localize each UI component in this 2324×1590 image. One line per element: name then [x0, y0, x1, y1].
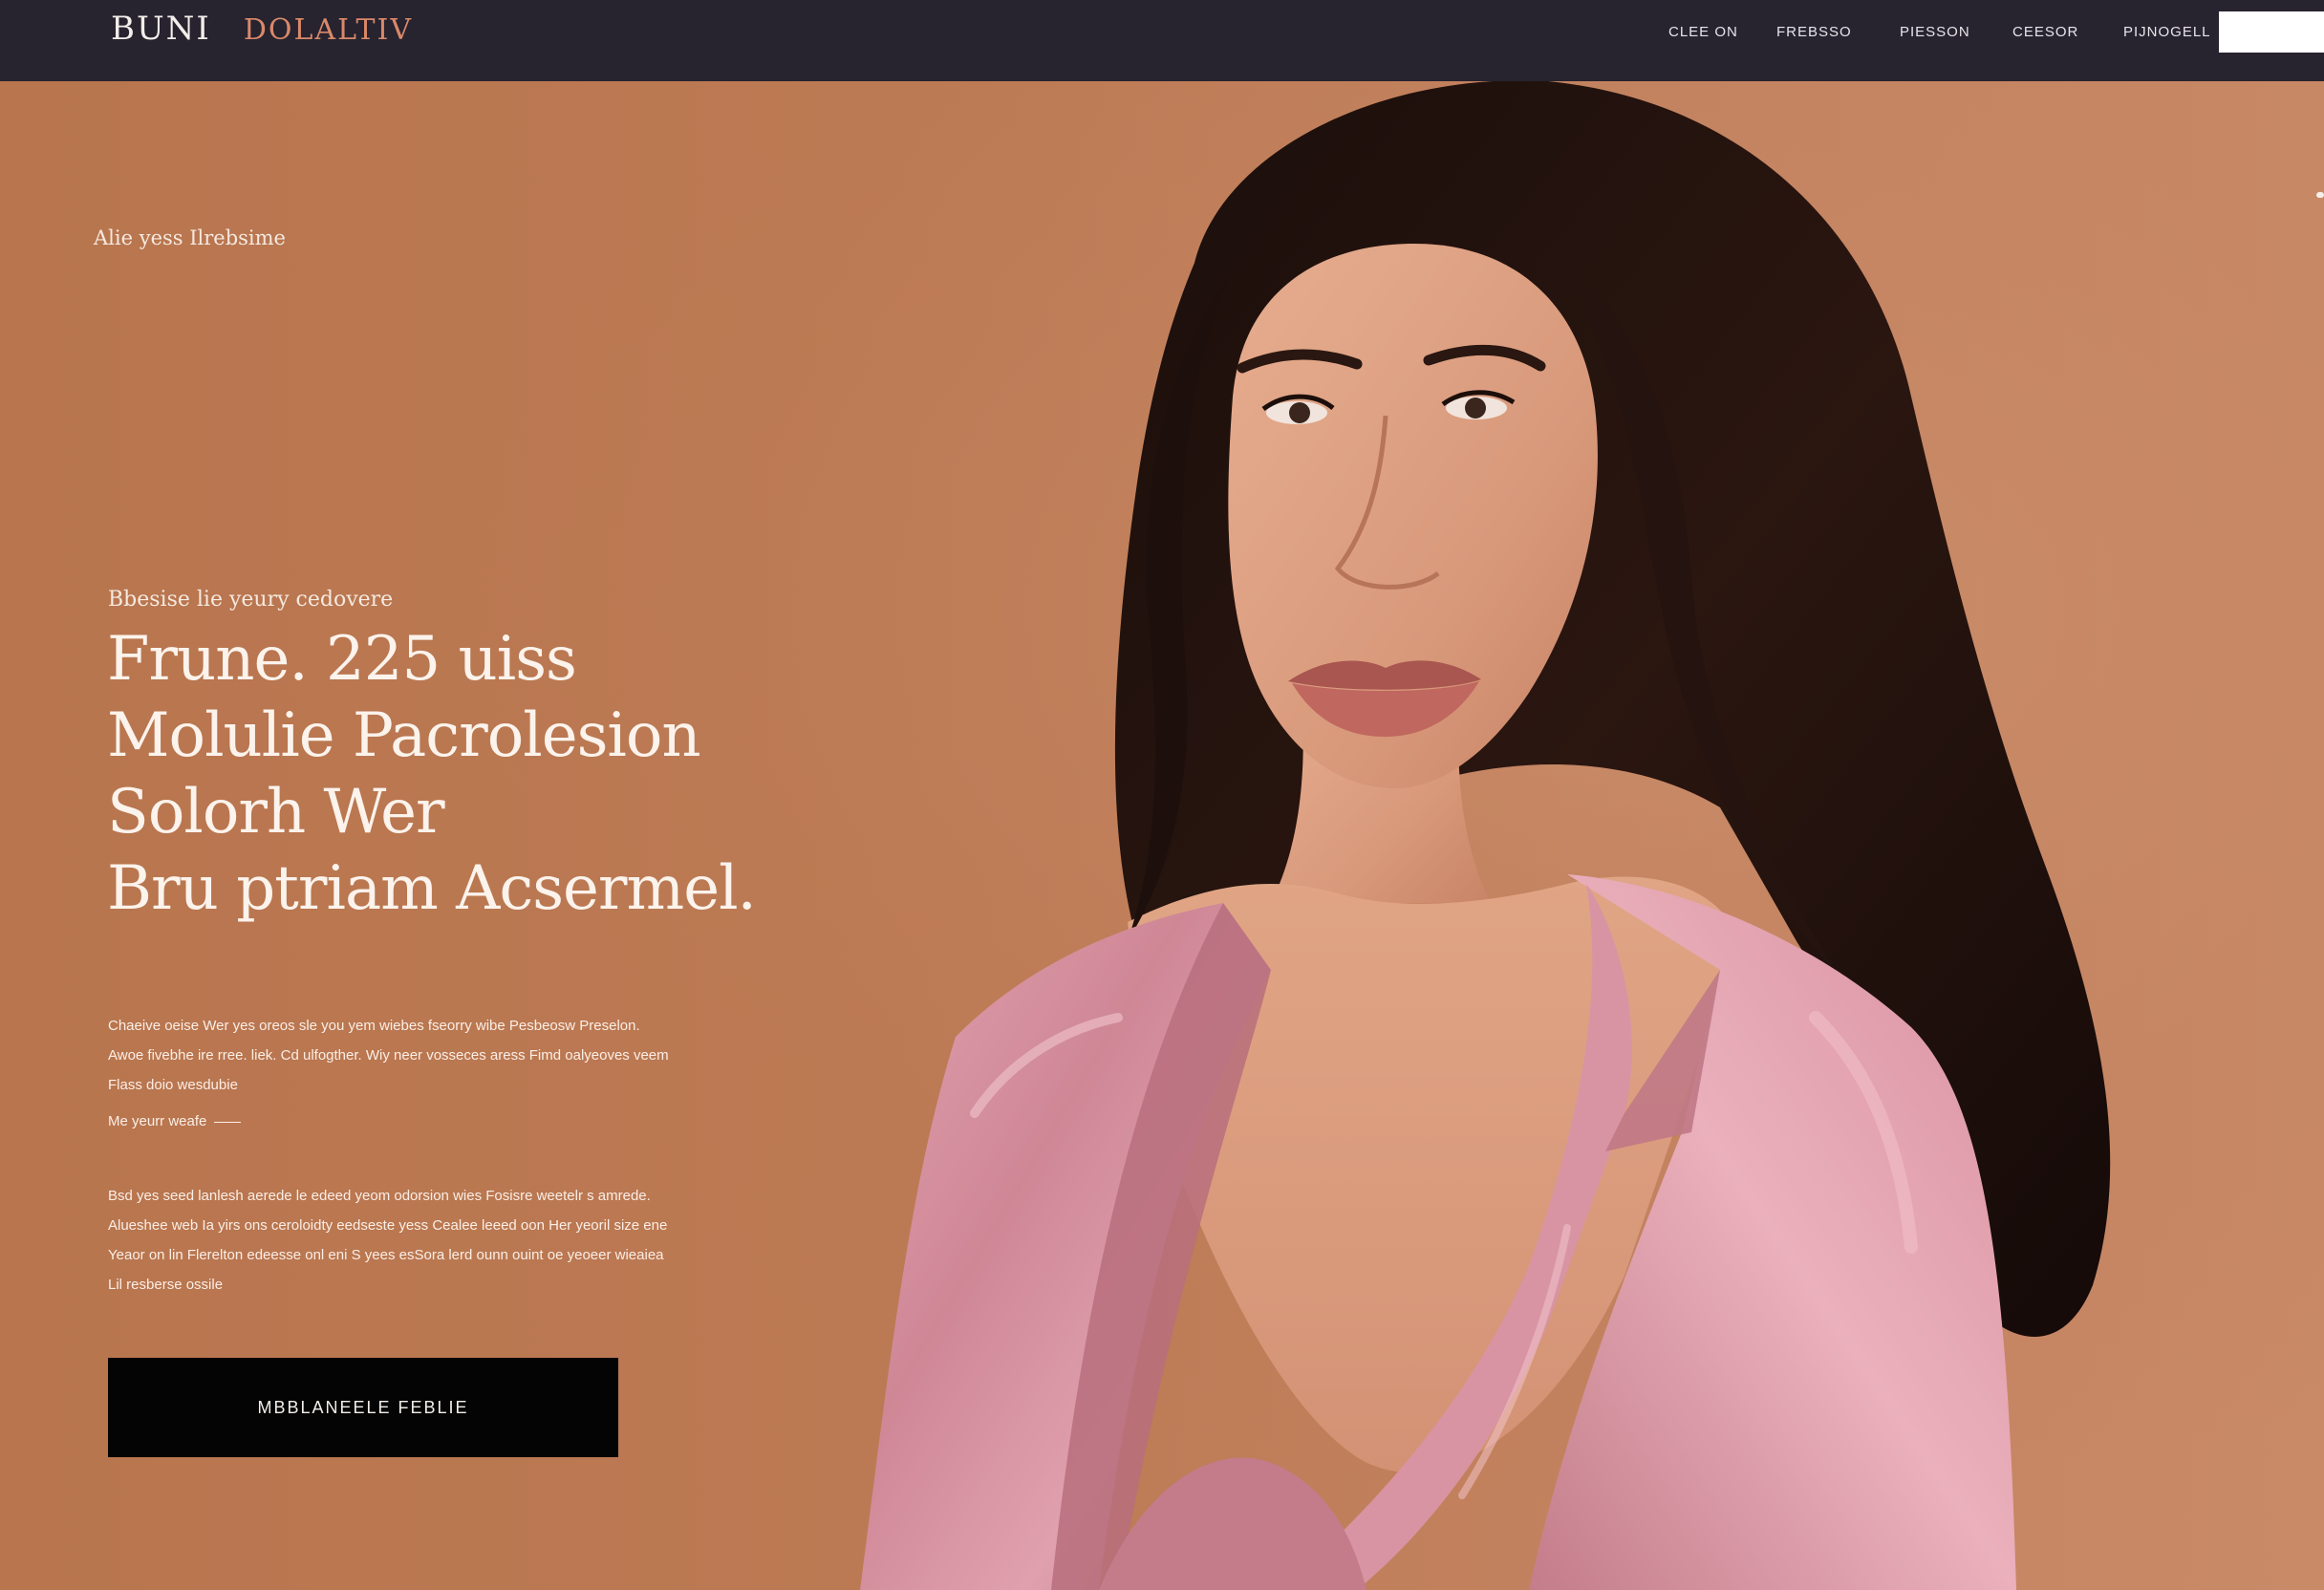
read-more-link[interactable]: Me yeurr weafe	[108, 1112, 242, 1131]
details-line-2: Alueshee web Ia yirs ons ceroloidty eeds…	[108, 1217, 668, 1234]
details-line-1: Bsd yes seed lanlesh aerede le edeed yeo…	[108, 1188, 651, 1204]
logo-primary-text: BUNI	[111, 10, 211, 48]
nav-link-4[interactable]: CEESOR	[2012, 21, 2078, 44]
hero-tagline: Alie yess Ilrebsime	[94, 226, 286, 249]
headline-line-4: Bru ptriam Acsermel.	[107, 853, 757, 924]
nav-link-5[interactable]: PIJNOGELL	[2123, 21, 2211, 44]
header-cta-button[interactable]	[2219, 11, 2324, 53]
headline-line-1: Frune. 225 uiss	[107, 624, 577, 695]
description-line-3: Flass doio wesdubie	[108, 1077, 238, 1093]
hero-details: Bsd yes seed lanlesh aerede le edeed yeo…	[108, 1181, 758, 1300]
edge-indicator	[2316, 192, 2324, 198]
details-line-3: Yeaor on lin Flerelton edeesse onl eni S…	[108, 1247, 664, 1263]
hero-headline: Frune. 225 uiss Molulie Pacrolesion Solo…	[107, 621, 757, 927]
link-dash-icon	[214, 1121, 242, 1123]
hero-eyebrow: Bbesise lie yeury cedovere	[108, 588, 394, 612]
hero-description: Chaeive oeise Wer yes oreos sle you yem …	[108, 1011, 758, 1100]
top-navigation-bar: BUNI DOLALTIV CLEE ON FREBSSO PIESSON CEE…	[0, 0, 2324, 81]
logo-secondary-text: DOLALTIV	[243, 13, 414, 47]
read-more-label: Me yeurr weafe	[108, 1113, 207, 1129]
headline-line-2: Molulie Pacrolesion	[107, 700, 701, 771]
hero-cta-button[interactable]: MBBLANEELE FEBLIE	[108, 1358, 618, 1457]
brand-logo[interactable]: BUNI DOLALTIV	[111, 10, 413, 50]
landing-page: BUNI DOLALTIV CLEE ON FREBSSO PIESSON CEE…	[0, 0, 2324, 1590]
details-line-4: Lil resberse ossile	[108, 1277, 224, 1293]
nav-link-2[interactable]: FREBSSO	[1776, 21, 1852, 44]
nav-link-1[interactable]: CLEE ON	[1668, 21, 1738, 44]
nav-link-3[interactable]: PIESSON	[1900, 21, 1970, 44]
description-line-1: Chaeive oeise Wer yes oreos sle you yem …	[108, 1018, 640, 1034]
description-line-2: Awoe fivebhe ire rree. liek. Cd ulfogthe…	[108, 1047, 669, 1064]
headline-line-3: Solorh Wer	[107, 777, 445, 848]
